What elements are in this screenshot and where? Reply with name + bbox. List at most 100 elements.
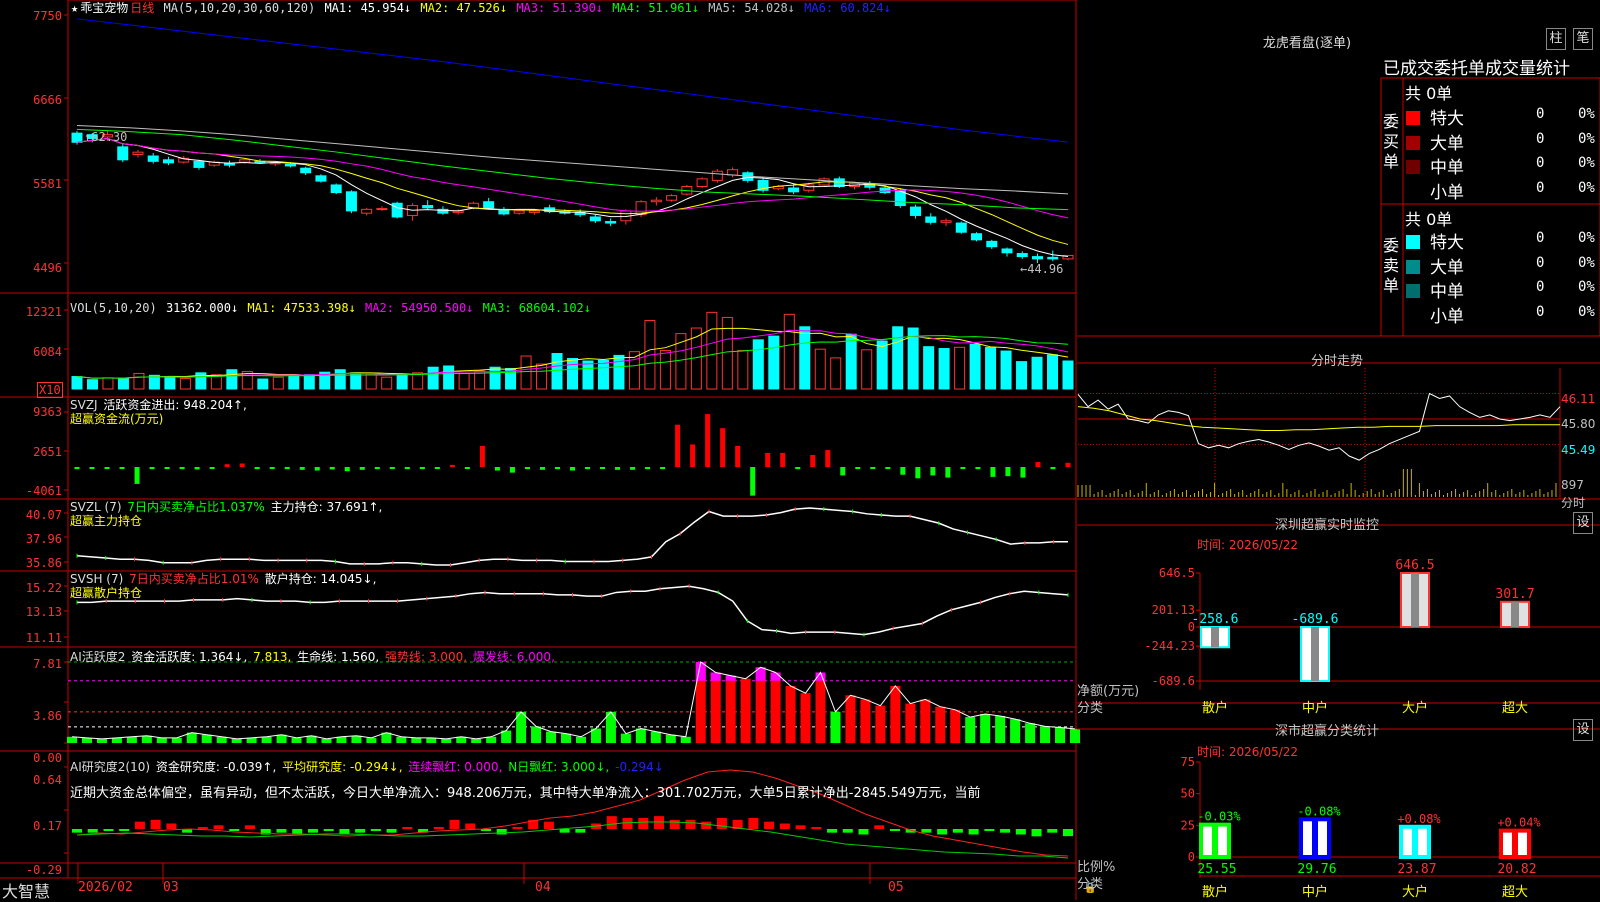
fundflow-bar xyxy=(975,467,981,470)
research-bar xyxy=(1031,829,1042,837)
activity-bar xyxy=(860,699,871,743)
volume-bar xyxy=(613,354,625,390)
volume-bar xyxy=(659,349,671,390)
research-bar xyxy=(779,823,790,829)
sell-row: 小单 xyxy=(1406,302,1464,327)
activity-bar xyxy=(740,678,751,743)
activity-bar xyxy=(291,737,302,743)
activity-bar xyxy=(81,737,92,743)
research-bar xyxy=(827,829,838,833)
activity-bar xyxy=(800,693,811,743)
fundflow-bar xyxy=(299,467,305,470)
fundflow-bar xyxy=(585,467,591,470)
activity-bar xyxy=(411,737,422,743)
candle-body xyxy=(422,205,434,209)
buy-count: 0 xyxy=(1536,130,1545,147)
bar-mode-button[interactable]: 柱 xyxy=(1546,28,1566,50)
monitor-settings-button[interactable]: 设 xyxy=(1573,512,1593,534)
volume-bar xyxy=(845,333,857,390)
air-axis-label: -0.29 xyxy=(25,863,62,877)
sell-total: 共 0单 xyxy=(1405,210,1453,229)
volume-bar xyxy=(303,374,315,390)
fundflow-bar xyxy=(224,464,230,467)
price-axis-label: 7750 xyxy=(33,9,62,23)
fundflow-bar xyxy=(675,424,681,467)
ma6-value: MA6: 60.824↓ xyxy=(804,1,891,15)
sell-name: 特大 xyxy=(1430,233,1464,253)
sell-row: 中单 xyxy=(1406,277,1464,302)
research-bar xyxy=(449,819,460,829)
research-bar xyxy=(229,829,240,831)
research-bar xyxy=(386,829,397,833)
activity-bar xyxy=(246,737,257,743)
intraday-axis-label: 45.49 xyxy=(1561,443,1596,457)
research-bar xyxy=(323,829,334,831)
svzl-axis-label: 37.96 xyxy=(25,532,62,546)
research-bar xyxy=(764,821,775,829)
date-axis-label: 03 xyxy=(163,880,179,895)
volume-bar xyxy=(783,313,795,390)
svzl-panel-header: SVZL (7) 7日内买卖净占比1.037% 主力持仓: 37.691↑, xyxy=(70,500,384,514)
fundflow-bar xyxy=(89,467,95,469)
activity-bar xyxy=(426,737,437,743)
fundflow-bar xyxy=(960,467,966,469)
period-label[interactable]: 日线 xyxy=(130,1,154,15)
fundflow-bar xyxy=(434,467,440,469)
candle-body xyxy=(879,187,891,194)
fundflow-bar xyxy=(750,467,756,496)
research-bar xyxy=(889,829,900,831)
air-n-day-red: N日飘红: 3.000↓, xyxy=(508,760,610,774)
fundflow-bar xyxy=(269,467,275,469)
buy-swatch xyxy=(1406,135,1420,150)
activity-bar xyxy=(321,738,332,743)
candle-body xyxy=(696,178,708,187)
left-frame xyxy=(67,0,1077,879)
activity-burst-bar xyxy=(755,667,766,681)
class-settings-button[interactable]: 设 xyxy=(1573,719,1593,741)
sell-name: 小单 xyxy=(1430,306,1464,327)
volume-bar xyxy=(257,378,269,390)
research-bar xyxy=(685,819,696,829)
fundflow-bar xyxy=(990,467,996,477)
ai-label: AI活跃度2 xyxy=(70,650,126,664)
activity-bar xyxy=(1040,726,1051,743)
ai-burst: 爆发线: 6.000, xyxy=(472,650,555,664)
ma5-line xyxy=(76,125,1069,195)
ai-strong: 强势线: 3.000, xyxy=(385,650,468,664)
activity-bar xyxy=(96,738,107,743)
air-average: 平均研究度: -0.294↓, xyxy=(282,760,403,774)
pen-mode-button[interactable]: 笔 xyxy=(1573,28,1593,50)
buy-total: 共 0单 xyxy=(1405,84,1453,103)
candle-body xyxy=(117,146,129,161)
volume-bar xyxy=(288,374,300,390)
sell-pct: 0% xyxy=(1578,279,1595,295)
buy-swatch xyxy=(1406,111,1420,125)
vol-label: VOL(5,10,20) xyxy=(70,301,157,315)
fundflow-bar xyxy=(329,467,335,470)
right-panel: 龙虎看盘(逐单) 柱 笔 已成交委托单成交量统计 委买单 共 0单 委卖单 共 … xyxy=(1077,0,1600,900)
fundflow-bar xyxy=(209,467,215,469)
volume-bar xyxy=(489,366,501,390)
date-axis-label: 05 xyxy=(888,880,904,895)
activity-bar xyxy=(890,685,901,743)
activity-bar xyxy=(1055,727,1066,743)
activity-bar xyxy=(231,738,242,743)
research-bar xyxy=(213,825,224,829)
sell-count: 0 xyxy=(1536,303,1545,320)
favorite-star-icon[interactable]: ★ xyxy=(71,1,78,15)
activity-bar xyxy=(905,703,916,743)
research-bar xyxy=(701,821,712,829)
svsh-label: SVSH (7) xyxy=(70,572,124,586)
intraday-vol-label: 897 xyxy=(1561,478,1584,492)
sell-pct: 0% xyxy=(1578,230,1595,246)
buy-name: 中单 xyxy=(1430,158,1464,178)
buy-pct: 0% xyxy=(1578,179,1595,196)
activity-bar xyxy=(201,734,212,743)
stock-name[interactable]: 乖宝宠物 xyxy=(80,1,128,15)
svzl-axis-label: 40.07 xyxy=(25,508,62,522)
volume-bar xyxy=(520,355,532,390)
research-bar xyxy=(1063,829,1073,837)
candle-body xyxy=(940,220,952,223)
fundflow-bar xyxy=(1020,467,1026,478)
research-bar xyxy=(575,829,586,833)
